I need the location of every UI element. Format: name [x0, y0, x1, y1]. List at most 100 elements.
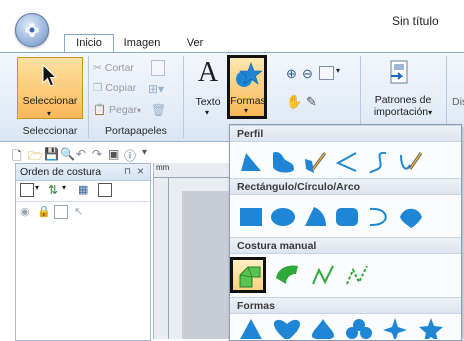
- section-header-costura-manual: Costura manual: [230, 237, 461, 254]
- tab-inicio[interactable]: Inicio: [64, 34, 114, 54]
- club-shape-icon[interactable]: [346, 317, 372, 339]
- clipboard-icon: 📋: [93, 104, 107, 116]
- zoom-out-icon[interactable]: ⊖: [302, 66, 313, 82]
- grid-icon[interactable]: ⊞▾: [148, 82, 164, 96]
- application-menu-button[interactable]: [15, 13, 49, 47]
- vertical-ruler: [168, 177, 169, 339]
- measure-icon[interactable]: ✎: [306, 94, 317, 110]
- ellipse-shape-icon[interactable]: [270, 204, 296, 230]
- visibility-icon[interactable]: ◉: [20, 205, 30, 218]
- text-button[interactable]: A Texto ▾: [192, 57, 224, 119]
- polygon-outline-shape-icon[interactable]: [238, 149, 264, 175]
- freehand-pen-shape-icon[interactable]: [302, 149, 328, 175]
- delete-icon[interactable]: 🗑: [151, 103, 166, 117]
- quick-access-toolbar: 🗋 🗁 💾 🔍 ↶ ↷ ▣ ⓘ ▾: [12, 146, 222, 164]
- zoom-fit-icon[interactable]: [319, 66, 334, 80]
- import-patterns-label-2: importación▾: [373, 106, 433, 118]
- arrow-cursor-icon: [42, 64, 58, 87]
- select-button[interactable]: Seleccionar ▾: [17, 57, 83, 119]
- horizontal-ruler: [154, 177, 234, 178]
- redo-icon[interactable]: ↷: [92, 147, 102, 161]
- close-icon[interactable]: ×: [137, 164, 144, 178]
- shapes-icon: [236, 62, 262, 87]
- customize-toolbar-icon[interactable]: ▾: [142, 147, 147, 158]
- group-label-seleccionar: Seleccionar: [22, 125, 78, 137]
- manual-punch-shape-button[interactable]: [230, 257, 266, 293]
- frame-select-icon[interactable]: [20, 183, 34, 197]
- scissors-icon: ✂: [93, 62, 102, 74]
- cut-label: Cortar: [104, 62, 134, 74]
- import-patterns-label: Patrones de importación▾: [367, 94, 439, 119]
- arc-sector-shape-icon[interactable]: [302, 204, 328, 230]
- ruler-unit: mm: [156, 163, 170, 172]
- zoom-in-icon[interactable]: ⊕: [286, 66, 297, 82]
- sewing-order-panel: Orden de costura ⊓ × ▾ ⇅ ▾ ▦ ◉ 🔒 ↖: [15, 163, 151, 341]
- tab-imagen[interactable]: Imagen: [118, 35, 166, 52]
- chord-shape-icon[interactable]: [398, 204, 424, 230]
- help-icon[interactable]: ⓘ: [124, 147, 136, 164]
- ribbon-separator: [88, 56, 89, 138]
- hoop-area[interactable]: [182, 191, 234, 339]
- color-icon[interactable]: ▦: [78, 183, 88, 196]
- zoom-toolbar: ⊕ ⊖ ▾: [286, 66, 366, 84]
- section-header-rectangulo: Rectángulo/Círculo/Arco: [230, 178, 461, 195]
- predefined-shapes-row: [238, 317, 460, 339]
- freehand-line-shape-icon[interactable]: [398, 149, 424, 175]
- letter-a-icon: A: [197, 57, 219, 88]
- copy-label: Copiar: [105, 82, 137, 94]
- manual-arc-stitch-icon[interactable]: [274, 262, 300, 288]
- triangle-shape-icon[interactable]: [238, 317, 264, 339]
- undo-icon[interactable]: ↶: [76, 147, 86, 161]
- pin-icon[interactable]: ⊓: [124, 166, 131, 177]
- rounded-rectangle-shape-icon[interactable]: [334, 204, 360, 230]
- manual-stitch-row: [230, 256, 450, 293]
- sort-icon[interactable]: ⇅: [48, 183, 58, 197]
- drop-shape-icon[interactable]: [310, 317, 336, 339]
- select-button-label: Seleccionar: [22, 95, 78, 107]
- group-label-portapapeles: Portapapeles: [105, 125, 167, 137]
- flower-logo-icon: [25, 23, 39, 37]
- manual-line-stitch-icon[interactable]: [310, 262, 336, 288]
- dropdown-arrow-icon: ▾: [47, 109, 52, 118]
- lock-icon[interactable]: 🔒: [37, 205, 51, 218]
- hide-icon[interactable]: [54, 205, 68, 219]
- open-curve-shape-icon[interactable]: [366, 149, 392, 175]
- copy-icon: ❐: [93, 82, 103, 94]
- dropdown-arrow-icon: ▾: [244, 106, 249, 115]
- section-header-perfil: Perfil: [230, 125, 461, 142]
- pan-hand-icon[interactable]: ✋: [286, 94, 302, 110]
- rectangle-shape-icon[interactable]: [238, 204, 264, 230]
- copy-button[interactable]: ❐ Copiar: [93, 82, 136, 94]
- import-patterns-button[interactable]: Patrones de importación▾: [366, 55, 440, 121]
- arc-shape-icon[interactable]: [366, 204, 392, 230]
- section-header-formas: Formas: [230, 297, 461, 314]
- open-polyline-shape-icon[interactable]: [334, 149, 360, 175]
- four-point-star-shape-icon[interactable]: [382, 317, 408, 339]
- ribbon-separator: [183, 56, 184, 138]
- window-title: Sin título: [392, 14, 439, 28]
- text-button-label: Texto: [195, 96, 221, 108]
- sewing-order-panel-header: Orden de costura ⊓ ×: [16, 164, 150, 181]
- copy-format-icon[interactable]: [151, 60, 165, 76]
- heart-shape-icon[interactable]: [274, 317, 300, 339]
- shapes-button[interactable]: Formas ▾: [227, 55, 267, 119]
- panel-toolbar-2: ◉ 🔒 ↖: [20, 205, 146, 221]
- print-preview-icon[interactable]: ▣: [108, 147, 119, 161]
- paste-button[interactable]: 📋 Pegar▾: [93, 103, 141, 116]
- dropdown-arrow-icon[interactable]: ▾: [35, 183, 39, 192]
- design-work-area[interactable]: mm: [153, 163, 234, 339]
- curve-outline-shape-icon[interactable]: [270, 149, 296, 175]
- dropdown-arrow-icon[interactable]: ▾: [336, 66, 340, 75]
- cursor-icon[interactable]: ↖: [74, 205, 83, 218]
- rectangle-shapes-row: [238, 202, 458, 232]
- cut-button[interactable]: ✂ Cortar: [93, 62, 134, 74]
- manual-running-stitch-icon[interactable]: [344, 262, 370, 288]
- import-patterns-icon: [390, 60, 408, 84]
- zoom-icon[interactable]: 🔍: [60, 147, 75, 161]
- dropdown-arrow-icon[interactable]: ▾: [62, 183, 66, 192]
- ribbon-truncated-label: Dis: [452, 96, 464, 108]
- save-icon[interactable]: 💾: [44, 147, 59, 161]
- tab-ver[interactable]: Ver: [180, 35, 210, 52]
- view-icon[interactable]: [98, 183, 112, 197]
- star-shape-icon[interactable]: [418, 317, 444, 339]
